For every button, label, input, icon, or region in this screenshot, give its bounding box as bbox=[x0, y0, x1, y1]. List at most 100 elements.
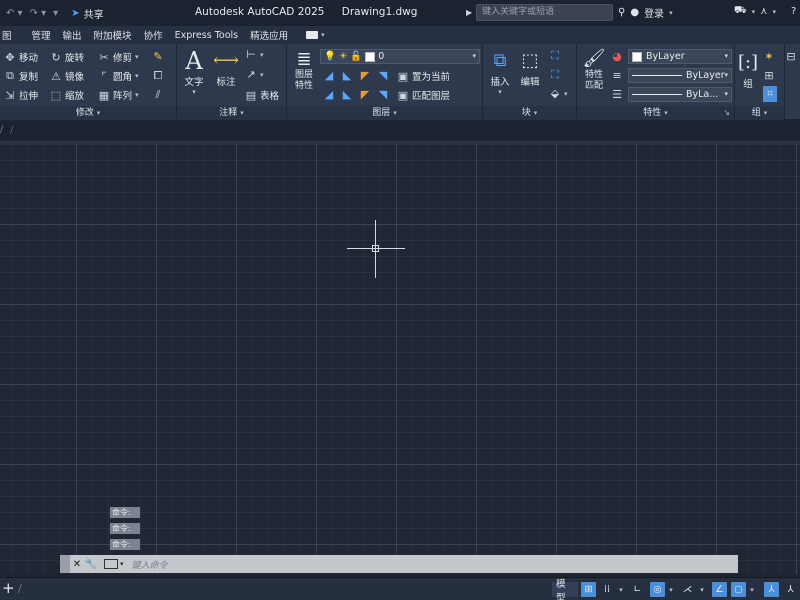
layer-unlock-icon[interactable]: ◥ bbox=[377, 88, 389, 101]
help-icon[interactable]: ? bbox=[791, 6, 796, 17]
ortho-toggle[interactable]: ∟ bbox=[630, 582, 645, 597]
rotate-button[interactable]: ↻ 旋转 bbox=[50, 50, 84, 65]
dropdown-icon: ▾ bbox=[260, 70, 264, 79]
search-input[interactable]: 键入关键字或短语 bbox=[476, 4, 614, 21]
polar-toggle[interactable]: ◎ bbox=[650, 582, 665, 597]
group-button[interactable]: [:] 组 bbox=[737, 50, 759, 90]
panel-layers-title[interactable]: 图层 ▾ bbox=[287, 106, 482, 120]
object-snap-toggle[interactable]: ◻ bbox=[731, 582, 746, 597]
search-expand-icon[interactable]: ▶ bbox=[466, 8, 472, 17]
lineweight-dropdown[interactable]: ByLayer ▾ bbox=[628, 68, 732, 83]
trim-button[interactable]: ✂ 修剪 ▾ bbox=[98, 50, 138, 65]
block-attribute-button[interactable]: ⛶ bbox=[549, 68, 561, 82]
fillet-button[interactable]: ⌜ 圆角 ▾ bbox=[98, 69, 138, 84]
trim-icon: ✂ bbox=[99, 50, 109, 64]
tab-featured-apps[interactable]: 精选应用 bbox=[244, 28, 294, 42]
layer-freeze-icon[interactable]: ◤ bbox=[359, 69, 371, 82]
grid-toggle[interactable]: ⊞ bbox=[581, 582, 596, 597]
table-button[interactable]: ▤ 表格 bbox=[245, 88, 279, 103]
snap-dropdown[interactable]: ▾ bbox=[616, 582, 626, 597]
dropdown-icon[interactable]: ▾ bbox=[120, 560, 124, 568]
explode-button[interactable]: ⧠ bbox=[152, 69, 164, 83]
dropdown-icon[interactable]: ▾ bbox=[669, 9, 673, 17]
panel-block-title[interactable]: 块 ▾ bbox=[483, 106, 576, 120]
array-button[interactable]: ▦ 阵列 ▾ bbox=[98, 88, 139, 103]
panel-block-label: 块 bbox=[521, 108, 531, 118]
isodraft-toggle[interactable]: ⋌ bbox=[680, 582, 695, 597]
tab-view[interactable]: 图 bbox=[0, 28, 18, 42]
linetype-sample bbox=[632, 94, 682, 95]
dimension-button[interactable]: ⟷ 标注 bbox=[213, 48, 239, 88]
command-window-icon[interactable] bbox=[104, 559, 118, 569]
tab-express-tools[interactable]: Express Tools bbox=[169, 30, 245, 41]
copy-button[interactable]: ⧉ 复制 bbox=[4, 69, 38, 83]
text-button[interactable]: A 文字 ▾ bbox=[181, 48, 207, 96]
move-button[interactable]: ✥ 移动 bbox=[4, 50, 38, 65]
model-space-button[interactable]: 模型 bbox=[552, 579, 578, 600]
snap-toggle[interactable]: ⁞⁞ bbox=[598, 582, 616, 597]
edit-block-button[interactable]: ⬚ 编辑 bbox=[517, 48, 543, 88]
group-select-button[interactable]: ⌗ bbox=[763, 86, 777, 102]
create-block-button[interactable]: ⛶ bbox=[549, 49, 561, 63]
add-layout-icon[interactable]: + bbox=[2, 579, 15, 597]
share-button[interactable]: ➤ 共享 bbox=[71, 6, 103, 21]
tab-output[interactable]: 输出 bbox=[57, 28, 88, 42]
erase-button[interactable]: ✎ bbox=[152, 50, 164, 63]
layer-on-icon[interactable]: ◢ bbox=[323, 88, 335, 101]
dropdown-icon[interactable]: ▾ bbox=[772, 8, 776, 16]
polar-dropdown[interactable]: ▾ bbox=[666, 582, 676, 597]
close-icon[interactable]: ✕ bbox=[70, 558, 84, 570]
command-line-grip[interactable] bbox=[60, 555, 70, 573]
layer-thaw-icon[interactable]: ◤ bbox=[359, 88, 371, 101]
mirror-button[interactable]: ⚠ 镜像 bbox=[50, 69, 84, 84]
match-layer-button[interactable]: ▣ 匹配图层 bbox=[397, 88, 450, 103]
layer-lock-icon[interactable]: ◥ bbox=[377, 69, 389, 82]
group-edit-button[interactable]: ✶ bbox=[763, 50, 775, 63]
search-icon[interactable]: ⚲ bbox=[618, 7, 625, 18]
offset-button[interactable]: ⫽ bbox=[152, 88, 164, 102]
user-icon[interactable]: ● bbox=[630, 7, 639, 18]
linetype-dropdown[interactable]: ByLa... ▾ bbox=[628, 87, 732, 102]
undo-icon[interactable]: ↶ ▾ bbox=[6, 8, 23, 19]
osnap-dropdown[interactable]: ▾ bbox=[747, 582, 757, 597]
ungroup-button[interactable]: ⊞ bbox=[763, 69, 775, 82]
dropdown-icon[interactable]: ▾ bbox=[752, 8, 756, 16]
tab-manage[interactable]: 管理 bbox=[26, 28, 57, 42]
block-tools-button[interactable]: ⬙ ▾ bbox=[549, 87, 568, 100]
layer-dropdown[interactable]: 💡 ☀ 🔓 0 ▾ bbox=[320, 49, 480, 64]
object-snap-tracking-toggle[interactable]: ∠ bbox=[712, 582, 727, 597]
command-input[interactable]: 键入命令 bbox=[132, 558, 168, 571]
leader-button[interactable]: ↗ ▾ bbox=[245, 68, 264, 81]
isodraft-dropdown[interactable]: ▾ bbox=[697, 582, 707, 597]
panel-properties-title[interactable]: 特性 ▾ ↘ bbox=[577, 106, 734, 120]
lineweight-icon: ≡ bbox=[612, 69, 622, 82]
match-properties-button[interactable]: 🖌 特性 匹配 bbox=[580, 48, 608, 92]
set-current-button[interactable]: ▣ 置为当前 bbox=[397, 69, 450, 84]
annotation-scale-toggle[interactable]: ⅄ bbox=[764, 582, 779, 597]
stretch-button[interactable]: ⇲ 拉伸 bbox=[4, 88, 38, 103]
redo-icon[interactable]: ↷ ▾ bbox=[30, 8, 47, 19]
color-dropdown[interactable]: ByLayer ▾ bbox=[628, 49, 732, 64]
ribbon-toggle[interactable]: ▾ bbox=[300, 31, 331, 39]
panel-modify-title[interactable]: 修改 ▾ bbox=[0, 106, 176, 120]
panel-annotation-title[interactable]: 注释 ▾ bbox=[177, 106, 286, 120]
connect-icon[interactable]: ⋏ bbox=[760, 6, 767, 17]
login-label[interactable]: 登录 bbox=[644, 5, 664, 20]
customize-icon[interactable]: ▾ bbox=[53, 8, 58, 19]
insert-button[interactable]: ⧉ 插入 ▾ bbox=[487, 48, 513, 96]
panel-overflow[interactable]: ⊟ bbox=[785, 44, 800, 120]
annotation-visibility-toggle[interactable]: ⅄ bbox=[783, 582, 798, 597]
layer-unisolate-icon[interactable]: ◣ bbox=[341, 88, 353, 101]
layer-off-icon[interactable]: ◢ bbox=[323, 69, 335, 82]
linear-dim-button[interactable]: ⊢ ▾ bbox=[245, 48, 263, 61]
layer-isolate-icon[interactable]: ◣ bbox=[341, 69, 353, 82]
tab-addins[interactable]: 附加模块 bbox=[88, 28, 138, 42]
scale-button[interactable]: ⬚ 缩放 bbox=[50, 88, 84, 103]
cart-icon[interactable]: ⛟ bbox=[734, 5, 747, 18]
panel-groups-title[interactable]: 组 ▾ bbox=[735, 106, 784, 120]
tab-collaborate[interactable]: 协作 bbox=[138, 28, 169, 42]
panel-launcher-icon[interactable]: ↘ bbox=[723, 106, 730, 120]
tab-scroll-icon[interactable]: / bbox=[0, 124, 3, 135]
layer-properties-button[interactable]: ≣ 图层 特性 bbox=[290, 50, 318, 92]
wrench-icon[interactable]: 🔧 bbox=[84, 558, 98, 570]
